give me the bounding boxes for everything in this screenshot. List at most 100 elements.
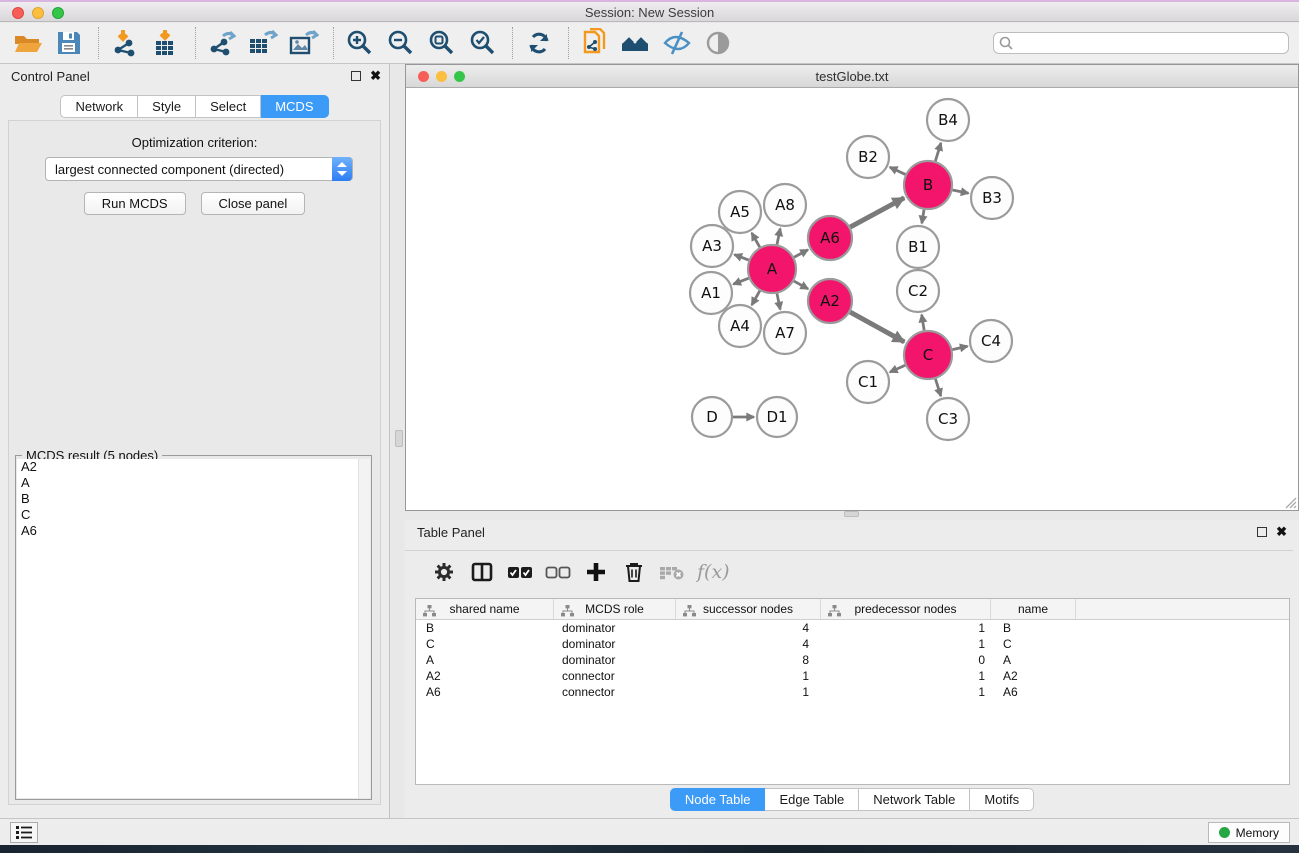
tab-node-table[interactable]: Node Table <box>670 788 766 811</box>
refresh-layout-icon[interactable] <box>523 27 555 59</box>
tab-network[interactable]: Network <box>60 95 138 118</box>
horizontal-divider-handle[interactable] <box>844 511 859 517</box>
float-table-panel-icon[interactable] <box>1257 527 1267 537</box>
graph-node-A5[interactable]: A5 <box>719 191 761 233</box>
graph-node-C[interactable]: C <box>904 331 952 379</box>
result-item[interactable]: C <box>17 507 358 523</box>
add-column-icon[interactable] <box>577 559 615 585</box>
table-row[interactable]: Cdominator41C <box>416 636 1289 652</box>
table-row[interactable]: Adominator80A <box>416 652 1289 668</box>
float-panel-icon[interactable] <box>351 71 361 81</box>
task-history-button[interactable] <box>10 822 38 843</box>
function-builder-icon[interactable]: f(x) <box>697 561 730 583</box>
result-scrollbar[interactable] <box>358 459 370 798</box>
tab-style[interactable]: Style <box>138 95 196 118</box>
zoom-selected-icon[interactable] <box>467 27 499 59</box>
tab-mcds[interactable]: MCDS <box>261 95 328 118</box>
graph-node-C4[interactable]: C4 <box>970 320 1012 362</box>
export-network-icon[interactable] <box>206 27 238 59</box>
result-item[interactable]: A6 <box>17 523 358 539</box>
graph-edge-C-C4[interactable] <box>952 346 967 349</box>
criterion-select[interactable]: largest connected component (directed) <box>45 157 353 181</box>
close-table-panel-icon[interactable]: ✖ <box>1276 526 1287 538</box>
table-row[interactable]: A6connector11A6 <box>416 684 1289 700</box>
graph-edge-A2-C[interactable] <box>850 312 904 342</box>
graph-node-B4[interactable]: B4 <box>927 99 969 141</box>
column-header-mcds-role[interactable]: MCDS role <box>554 599 676 619</box>
zoom-out-icon[interactable] <box>385 27 417 59</box>
graph-edge-B-B2[interactable] <box>890 167 906 174</box>
result-item[interactable]: A <box>17 475 358 491</box>
graph-node-B1[interactable]: B1 <box>897 226 939 268</box>
hide-panel-icon[interactable] <box>661 27 693 59</box>
select-all-icon[interactable] <box>501 559 539 585</box>
table-row[interactable]: A2connector11A2 <box>416 668 1289 684</box>
show-panel-icon[interactable] <box>702 27 734 59</box>
tab-edge-table[interactable]: Edge Table <box>765 788 859 811</box>
graph-node-A8[interactable]: A8 <box>764 184 806 226</box>
open-session-icon[interactable] <box>12 27 44 59</box>
import-network-icon[interactable] <box>109 27 141 59</box>
resize-grip-icon[interactable] <box>1281 493 1297 509</box>
network-graph[interactable]: B4 B2 B B3 A8A5 A6 A3 B1 A A1 C2 A2 A4A7 C4 C C1 C3 D D1 <box>406 88 1298 510</box>
graph-edge-B-B3[interactable] <box>952 190 968 193</box>
graph-node-A3[interactable]: A3 <box>691 225 733 267</box>
deselect-all-icon[interactable] <box>539 559 577 585</box>
graph-edge-A-A2[interactable] <box>794 281 808 289</box>
graph-node-C1[interactable]: C1 <box>847 361 889 403</box>
close-panel-icon[interactable]: ✖ <box>370 70 381 82</box>
graph-edge-C-C2[interactable] <box>922 315 924 331</box>
table-row[interactable]: Bdominator41B <box>416 620 1289 636</box>
graph-edge-A-A7[interactable] <box>777 293 780 309</box>
graph-node-C2[interactable]: C2 <box>897 270 939 312</box>
graph-node-B3[interactable]: B3 <box>971 177 1013 219</box>
graph-edge-A-A6[interactable] <box>794 250 808 257</box>
zoom-in-icon[interactable] <box>344 27 376 59</box>
run-mcds-button[interactable]: Run MCDS <box>84 192 186 215</box>
search-input[interactable] <box>993 32 1289 54</box>
export-table-icon[interactable] <box>247 27 279 59</box>
import-table-icon[interactable] <box>150 27 182 59</box>
graph-edge-B-B4[interactable] <box>935 143 941 161</box>
graph-node-A1[interactable]: A1 <box>690 272 732 314</box>
close-panel-button[interactable]: Close panel <box>201 192 306 215</box>
column-header-successor-nodes[interactable]: successor nodes <box>676 599 821 619</box>
column-header-shared-name[interactable]: shared name <box>416 599 554 619</box>
graph-edge-C-C3[interactable] <box>935 379 940 396</box>
graph-edge-A-A4[interactable] <box>752 291 760 305</box>
cyndex-home-icon[interactable] <box>620 27 652 59</box>
tab-motifs[interactable]: Motifs <box>970 788 1034 811</box>
column-visibility-icon[interactable] <box>463 559 501 585</box>
column-header-name[interactable]: name <box>991 599 1076 619</box>
graph-edge-A-A5[interactable] <box>752 233 760 247</box>
graph-node-A[interactable]: A <box>748 245 796 293</box>
graph-node-A4[interactable]: A4 <box>719 305 761 347</box>
graph-node-B[interactable]: B <box>904 161 952 209</box>
column-header-predecessor-nodes[interactable]: predecessor nodes <box>821 599 991 619</box>
result-item[interactable]: B <box>17 491 358 507</box>
graph-node-C3[interactable]: C3 <box>927 398 969 440</box>
memory-button[interactable]: Memory <box>1208 822 1290 843</box>
graph-node-D1[interactable]: D1 <box>757 397 797 437</box>
tab-network-table[interactable]: Network Table <box>859 788 970 811</box>
zoom-fit-icon[interactable] <box>426 27 458 59</box>
graph-node-A7[interactable]: A7 <box>764 312 806 354</box>
delete-column-icon[interactable] <box>615 559 653 585</box>
graph-node-D[interactable]: D <box>692 397 732 437</box>
graph-edge-B-B1[interactable] <box>922 210 924 224</box>
vertical-divider-handle[interactable] <box>395 430 403 447</box>
save-session-icon[interactable] <box>53 27 85 59</box>
tab-select[interactable]: Select <box>196 95 261 118</box>
graph-node-A2[interactable]: A2 <box>808 279 852 323</box>
graph-edge-A-A8[interactable] <box>777 229 780 245</box>
graph-node-B2[interactable]: B2 <box>847 136 889 178</box>
delete-table-icon[interactable] <box>653 559 691 585</box>
graph-node-A6[interactable]: A6 <box>808 216 852 260</box>
graph-edge-A-A3[interactable] <box>734 255 748 260</box>
result-item[interactable]: A2 <box>17 459 358 475</box>
gear-icon[interactable] <box>425 559 463 585</box>
graph-edge-C-C1[interactable] <box>890 365 905 372</box>
duplicate-network-icon[interactable] <box>579 27 611 59</box>
graph-edge-A6-B[interactable] <box>850 198 904 227</box>
graph-edge-A-A1[interactable] <box>733 278 748 284</box>
